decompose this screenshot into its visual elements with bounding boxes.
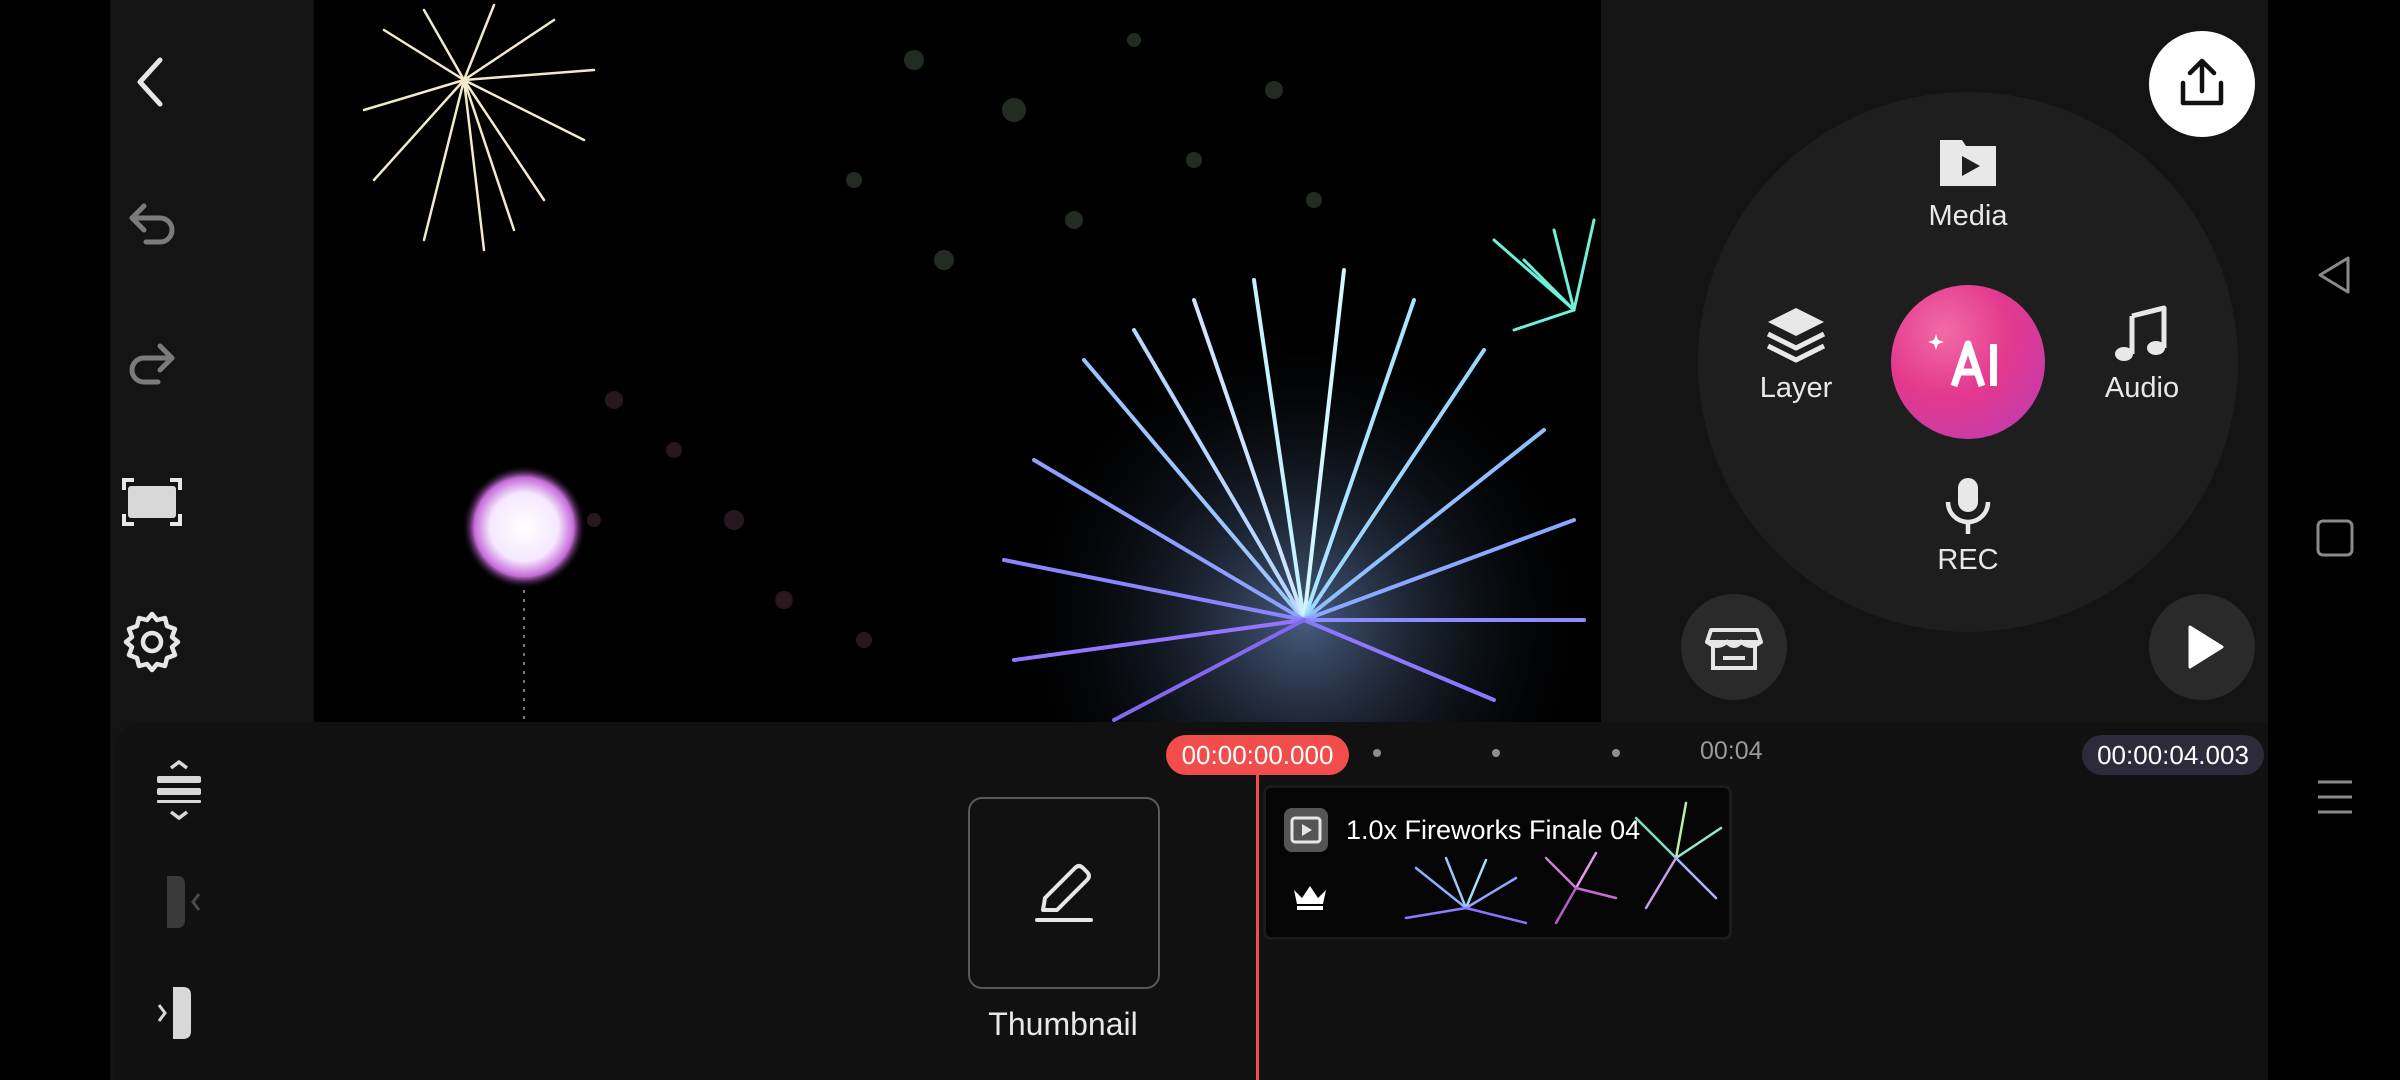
clip-title: 1.0x Fireworks Finale 04	[1346, 815, 1641, 845]
total-duration-badge: 00:00:04.003	[2082, 735, 2264, 775]
clip-filmstrip	[1266, 788, 1729, 937]
fireworks-frame	[314, 0, 1601, 722]
fullscreen-button[interactable]	[107, 457, 197, 547]
crown-icon	[1294, 886, 1326, 910]
share-icon	[2180, 58, 2224, 106]
play-button[interactable]	[2149, 594, 2255, 700]
resize-vertical-icon	[157, 759, 201, 821]
layer-label: Layer	[1759, 372, 1833, 404]
thumbnail-button[interactable]	[968, 797, 1160, 989]
nav-home-button[interactable]	[2312, 515, 2358, 561]
rec-button[interactable]: REC	[1912, 474, 2024, 577]
chevron-left-icon	[137, 57, 163, 107]
redo-icon	[129, 343, 175, 385]
undo-icon	[129, 203, 175, 245]
video-icon	[1290, 816, 1322, 844]
undo-button[interactable]	[107, 177, 197, 267]
ruler-tick	[1612, 749, 1620, 757]
trim-start-button[interactable]	[134, 857, 224, 947]
playhead[interactable]	[1256, 775, 1259, 1080]
video-clip[interactable]	[1263, 785, 1732, 940]
menu-lines-icon	[2318, 780, 2352, 814]
trim-end-button[interactable]	[134, 968, 224, 1058]
ruler-time-label: 00:04	[1700, 737, 1763, 765]
redo-button[interactable]	[107, 317, 197, 407]
nav-back-button[interactable]	[2312, 252, 2358, 298]
pencil-icon	[1035, 864, 1093, 922]
timeline-panel	[115, 722, 2268, 1080]
clip-type-badge	[1284, 808, 1328, 852]
triangle-back-icon	[2318, 256, 2350, 294]
media-button[interactable]: Media	[1912, 130, 2024, 233]
media-label: Media	[1928, 200, 2008, 232]
ai-sparkle-icon	[1928, 334, 1997, 388]
store-button[interactable]	[1681, 594, 1787, 700]
trim-start-icon	[167, 876, 201, 928]
nav-recents-button[interactable]	[2312, 774, 2358, 820]
play-icon	[2188, 625, 2224, 669]
thumbnail-label: Thumbnail	[988, 1006, 1138, 1042]
store-icon	[1705, 628, 1763, 670]
layers-icon	[1766, 308, 1826, 363]
ruler-tick	[1492, 749, 1500, 757]
ai-button[interactable]: AI	[1891, 285, 2045, 439]
rec-label: REC	[1937, 544, 1999, 576]
timeline-height-button[interactable]	[134, 745, 224, 835]
media-folder-icon	[1940, 140, 1996, 186]
current-time-badge: 00:00:00.000	[1166, 735, 1349, 775]
premium-crown-badge	[1290, 880, 1330, 912]
microphone-icon	[1945, 478, 1991, 534]
music-note-icon	[2115, 305, 2167, 361]
back-button[interactable]	[107, 37, 197, 127]
system-nav-bar	[2268, 0, 2400, 1080]
settings-button[interactable]	[107, 597, 197, 687]
fullscreen-icon	[122, 478, 182, 526]
export-button[interactable]	[2149, 31, 2255, 137]
ruler-tick	[1373, 749, 1381, 757]
gear-icon	[123, 611, 181, 673]
audio-button[interactable]: Audio	[2086, 302, 2198, 405]
square-home-icon	[2316, 519, 2354, 557]
layer-button[interactable]: Layer	[1740, 302, 1852, 405]
trim-end-icon	[157, 987, 191, 1039]
left-toolbar	[110, 0, 314, 722]
video-preview[interactable]	[314, 0, 1601, 722]
audio-label: Audio	[2104, 372, 2180, 404]
